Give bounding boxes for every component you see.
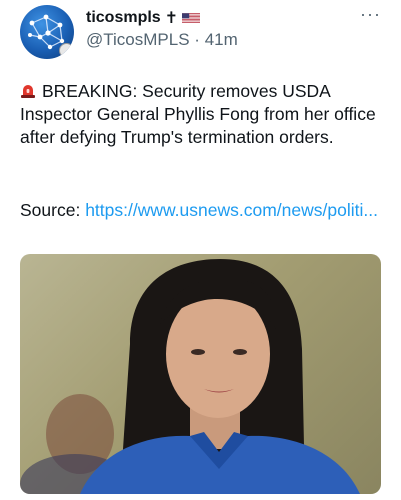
handle-row: @TicosMPLS · 41m (86, 30, 238, 50)
separator: · (194, 30, 200, 49)
seal-icon (59, 43, 74, 58)
source-link[interactable]: https://www.usnews.com/news/politi... (85, 200, 378, 220)
cross-icon: ✝ (164, 10, 179, 27)
siren-icon (21, 85, 35, 98)
tweet-text: BREAKING: Security removes USDA Inspecto… (20, 81, 376, 147)
source-line: Source: https://www.usnews.com/news/poli… (20, 199, 380, 222)
tweet-card[interactable]: ticosmpls ✝ @TicosMPLS · 41m ··· BREAKIN… (0, 0, 401, 500)
more-options-icon[interactable]: ··· (360, 4, 381, 25)
portrait-image (20, 259, 360, 494)
source-label: Source: (20, 200, 81, 220)
avatar[interactable] (20, 5, 74, 59)
tweet-text-block: BREAKING: Security removes USDA Inspecto… (20, 80, 380, 149)
tweet-photo[interactable] (20, 254, 381, 494)
us-flag-icon (182, 13, 201, 23)
display-name[interactable]: ticosmpls (86, 9, 161, 27)
timestamp[interactable]: 41m (205, 30, 238, 49)
author-name-row[interactable]: ticosmpls ✝ (86, 8, 201, 28)
author-handle[interactable]: @TicosMPLS (86, 30, 190, 49)
